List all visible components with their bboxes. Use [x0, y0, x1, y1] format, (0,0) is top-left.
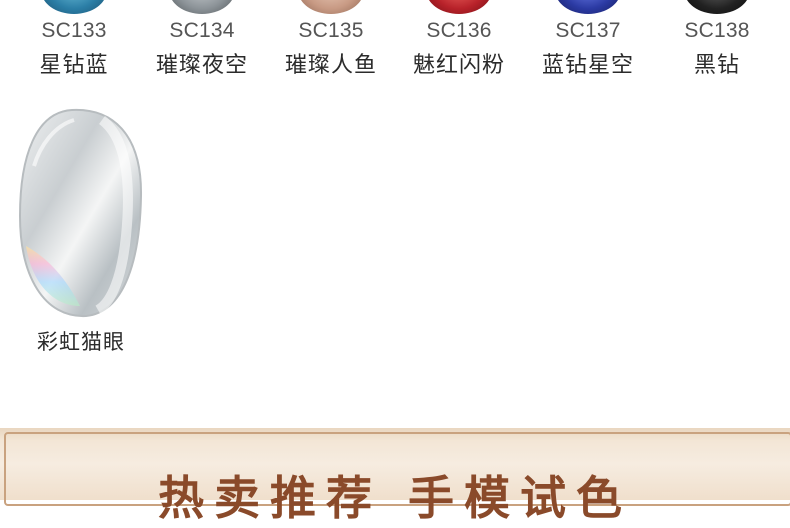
recommendation-banner: 热卖推荐 手模试色: [0, 428, 790, 525]
banner-title: 热卖推荐 手模试色: [157, 471, 632, 525]
swatch-sc133[interactable]: SC133 星钻蓝: [14, 0, 134, 90]
swatch-chip: [169, 0, 235, 14]
swatch-code: SC137: [555, 19, 621, 42]
swatch-name: 魅红闪粉: [412, 53, 505, 78]
swatch-sc134[interactable]: SC134 璀璨夜空: [142, 0, 262, 90]
swatch-name: 璀璨夜空: [155, 53, 248, 78]
featured-swatch-name: 彩虹猫眼: [37, 330, 125, 354]
swatch-sc136[interactable]: SC136 魅红闪粉: [399, 0, 519, 90]
swatch-name: 蓝钻星空: [541, 53, 634, 78]
swatch-name: 星钻蓝: [39, 53, 109, 78]
swatch-sc138[interactable]: SC138 黑钻: [657, 0, 777, 90]
swatch-code: SC134: [169, 19, 235, 42]
swatch-code: SC135: [298, 19, 364, 42]
featured-nail-swatch[interactable]: [14, 106, 148, 322]
swatch-code: SC133: [41, 19, 107, 42]
swatch-code: SC136: [426, 19, 492, 42]
swatch-chip: [41, 0, 107, 14]
color-swatch-row: SC133 星钻蓝 SC134 璀璨夜空 SC135 璀璨人鱼 SC136 魅红…: [0, 0, 790, 90]
swatch-chip: [426, 0, 492, 14]
swatch-chip: [684, 0, 750, 14]
swatch-name: 黑钻: [693, 53, 740, 78]
swatch-name: 璀璨人鱼: [284, 53, 377, 78]
swatch-sc137[interactable]: SC137 蓝钻星空: [528, 0, 648, 90]
swatch-chip: [555, 0, 621, 14]
swatch-code: SC138: [684, 19, 750, 42]
swatch-sc135[interactable]: SC135 璀璨人鱼: [271, 0, 391, 90]
swatch-chip: [298, 0, 364, 14]
